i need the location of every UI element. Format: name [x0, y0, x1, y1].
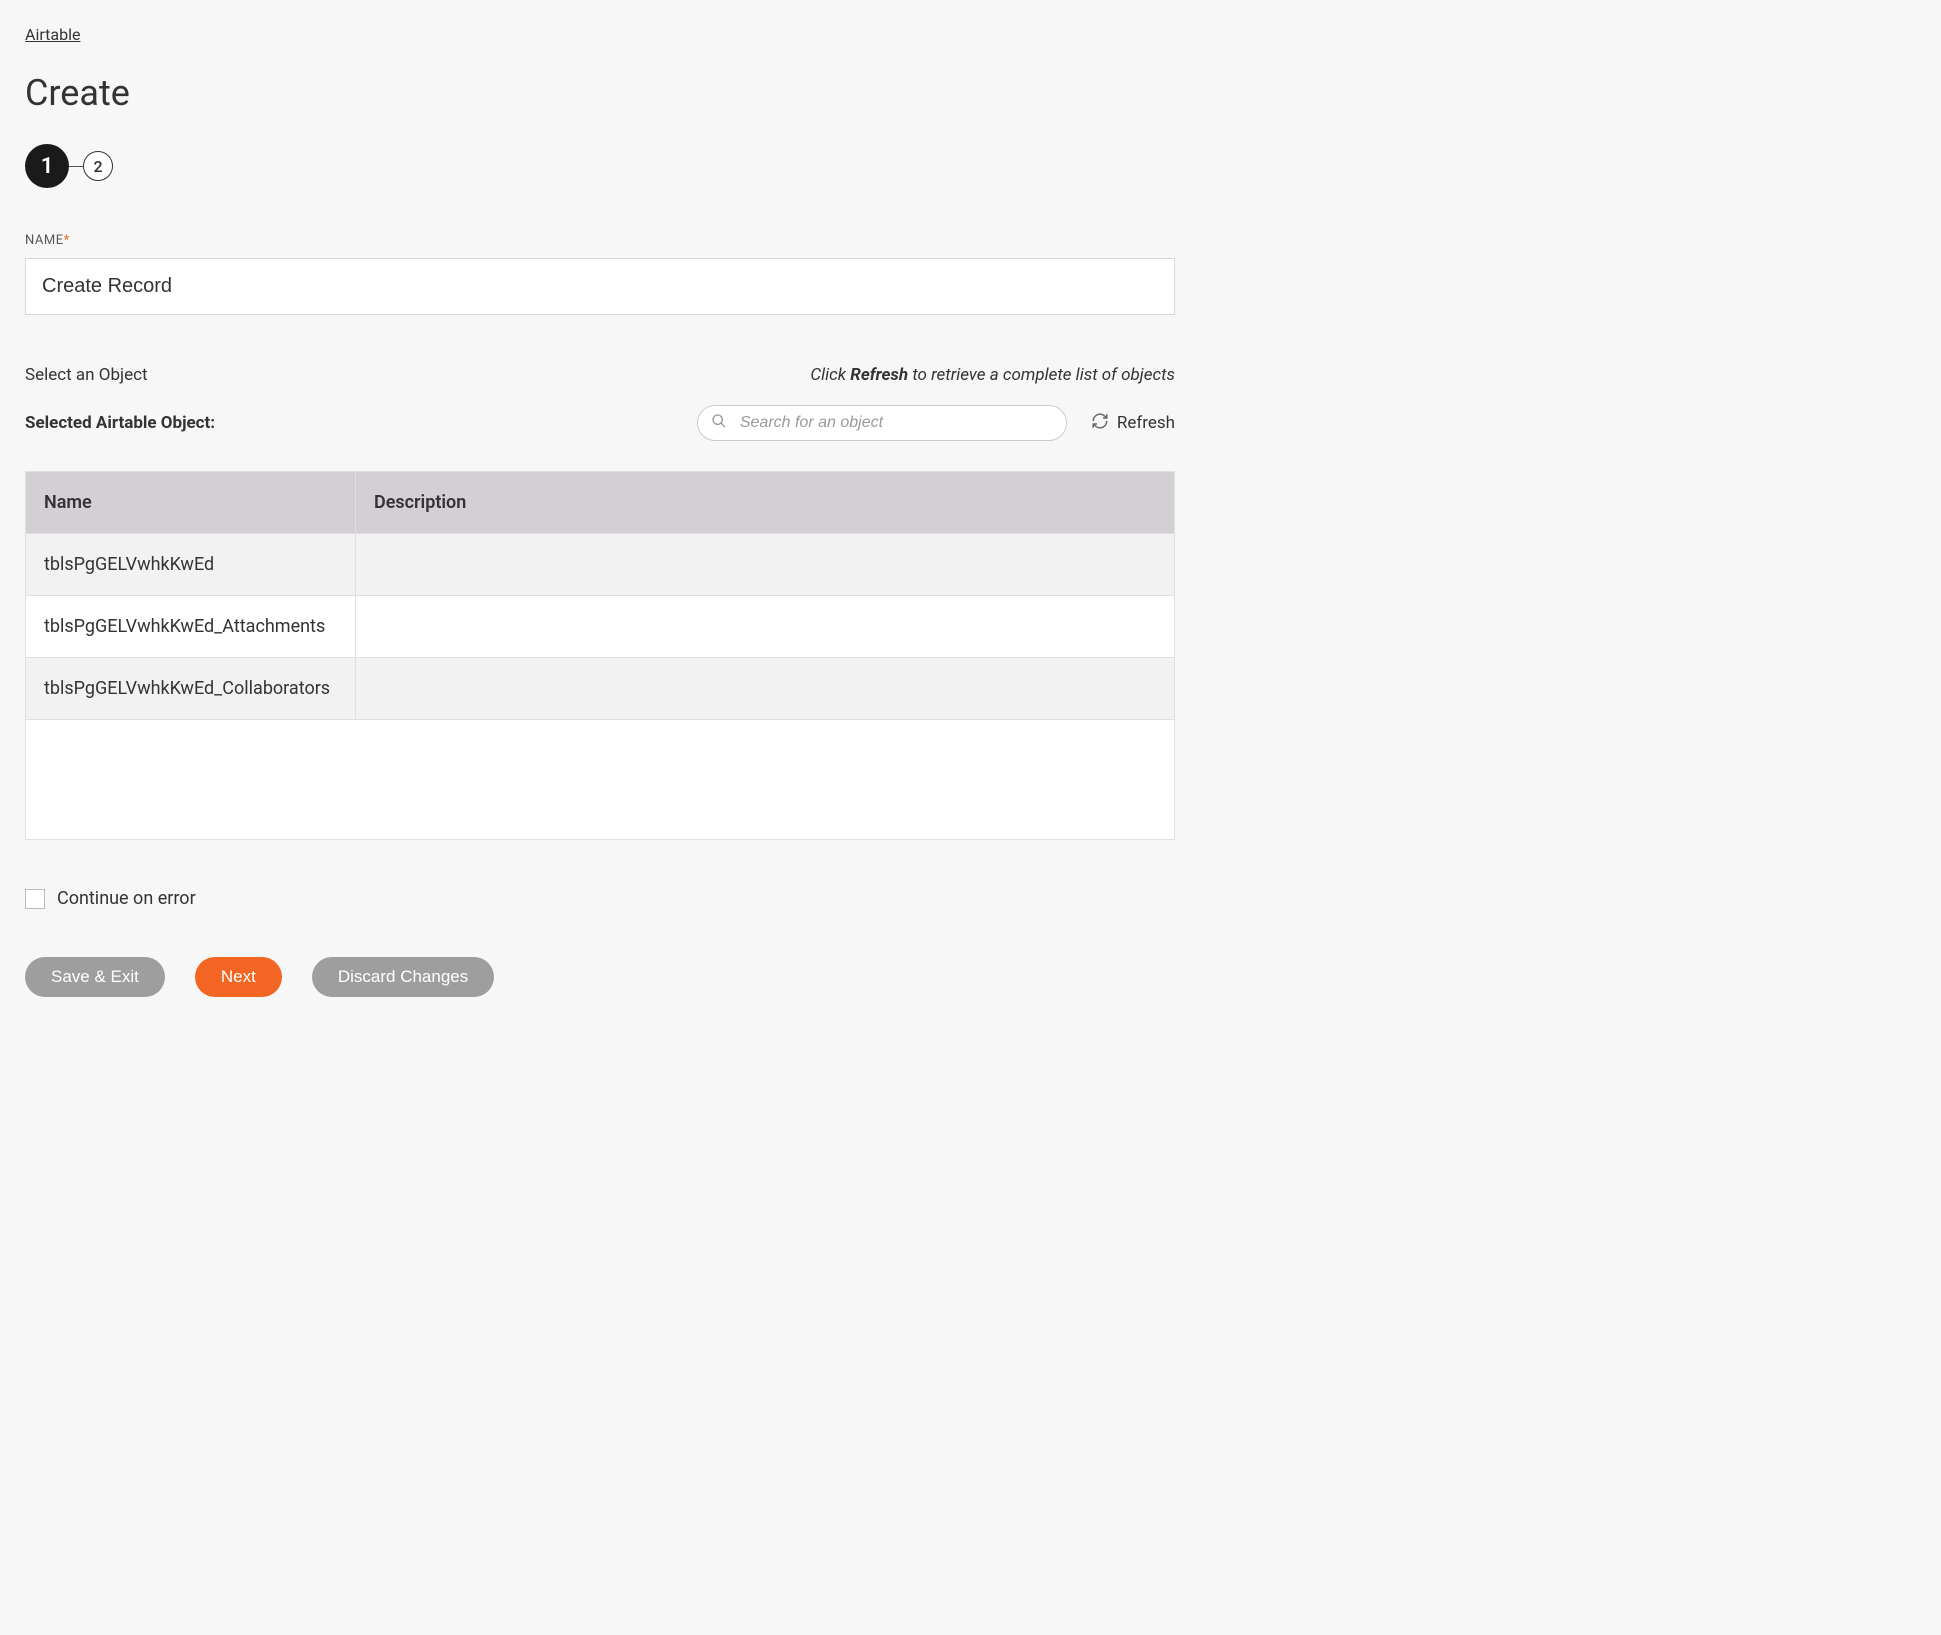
- stepper: 1 2: [25, 144, 1175, 188]
- step-connector: [69, 166, 83, 167]
- name-field-label: NAME*: [25, 233, 1175, 248]
- table-row[interactable]: tblsPgGELVwhkKwEd_Collaborators: [26, 658, 1175, 720]
- column-header-description[interactable]: Description: [356, 472, 1175, 534]
- discard-changes-button[interactable]: Discard Changes: [312, 957, 494, 997]
- cell-name: tblsPgGELVwhkKwEd_Attachments: [26, 596, 356, 658]
- cell-description: [356, 658, 1175, 720]
- step-1[interactable]: 1: [25, 144, 69, 188]
- column-header-name[interactable]: Name: [26, 472, 356, 534]
- table-row[interactable]: tblsPgGELVwhkKwEd: [26, 534, 1175, 596]
- refresh-button[interactable]: Refresh: [1091, 412, 1175, 434]
- table-row[interactable]: tblsPgGELVwhkKwEd_Attachments: [26, 596, 1175, 658]
- table-empty-space: [26, 720, 1175, 840]
- continue-on-error-label: Continue on error: [57, 888, 196, 909]
- refresh-icon: [1091, 412, 1109, 434]
- cell-name: tblsPgGELVwhkKwEd: [26, 534, 356, 596]
- search-input[interactable]: [697, 405, 1067, 441]
- cell-description: [356, 596, 1175, 658]
- search-wrapper: [697, 405, 1067, 441]
- search-icon: [711, 413, 727, 433]
- objects-table: Name Description tblsPgGELVwhkKwEd tblsP…: [25, 471, 1175, 840]
- breadcrumb-airtable[interactable]: Airtable: [25, 25, 80, 44]
- step-2[interactable]: 2: [83, 151, 113, 181]
- cell-name: tblsPgGELVwhkKwEd_Collaborators: [26, 658, 356, 720]
- select-object-label: Select an Object: [25, 365, 148, 385]
- continue-on-error-checkbox[interactable]: [25, 889, 45, 909]
- cell-description: [356, 534, 1175, 596]
- page-title: Create: [25, 72, 1175, 114]
- refresh-hint: Click Refresh to retrieve a complete lis…: [810, 365, 1175, 385]
- selected-object-label: Selected Airtable Object:: [25, 413, 215, 433]
- refresh-label: Refresh: [1117, 413, 1175, 433]
- save-exit-button[interactable]: Save & Exit: [25, 957, 165, 997]
- name-input[interactable]: [25, 258, 1175, 315]
- next-button[interactable]: Next: [195, 957, 282, 997]
